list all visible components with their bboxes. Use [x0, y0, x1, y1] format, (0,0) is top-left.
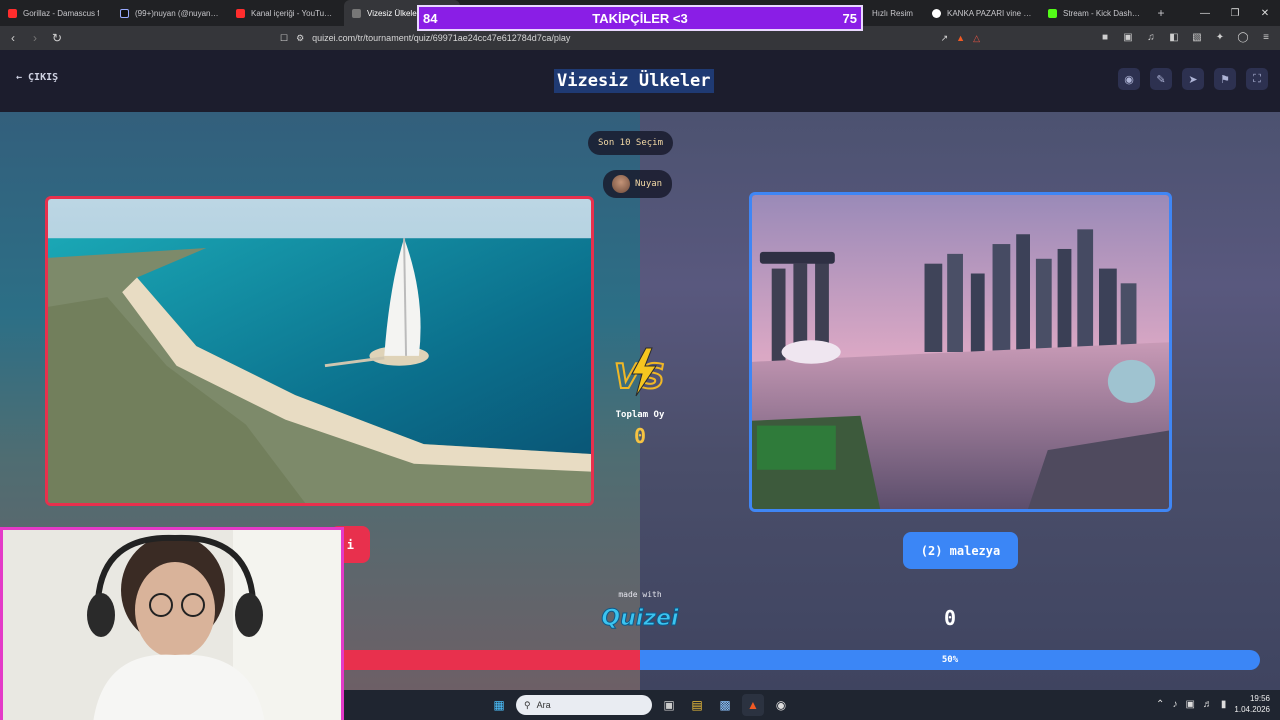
new-tab-button[interactable]: + [1152, 6, 1170, 20]
youtube-icon [236, 8, 245, 18]
follower-current: 84 [423, 10, 438, 26]
maximize-icon[interactable]: ❐ [1220, 0, 1250, 26]
clock-time: 19:56 [1249, 694, 1270, 703]
right-votes-count: 0 [943, 606, 957, 630]
file-explorer-icon[interactable]: ▤ [686, 694, 708, 716]
quizei-logo[interactable]: Quizei [598, 600, 682, 632]
follower-goal-bar: 84 TAKİPÇİLER <3 75 [417, 5, 863, 31]
search-icon: ⚲ [524, 699, 531, 710]
battery-icon[interactable]: ▮ [1221, 699, 1227, 710]
right-option-label: (2) malezya [920, 543, 1001, 558]
window-controls: — ❐ ✕ [1190, 0, 1280, 26]
minimize-icon[interactable]: — [1190, 0, 1220, 26]
microphone-icon[interactable]: ♪ [1172, 699, 1177, 710]
tab-label: (99+)nuyan (@nuyan.lcd [135, 8, 220, 18]
music-icon[interactable]: ♫ [1143, 29, 1159, 45]
left-option-label: i [346, 537, 354, 552]
reload-icon[interactable]: ↻ [48, 29, 66, 47]
task-view-icon[interactable]: ▣ [658, 694, 680, 716]
search-placeholder: Ara [536, 700, 551, 710]
tab-label: KANKA PAZARI vine - Go [947, 8, 1032, 18]
streamer-camera-feed [3, 530, 341, 720]
google-icon [932, 8, 941, 18]
send-icon[interactable]: ➤ [1182, 68, 1204, 90]
tab-label: Hızlı Resim [872, 8, 913, 18]
quiz-toolbar: ◉ ✎ ➤ ⚑ ⛶ [1118, 68, 1268, 90]
quiz-title: Vizesiz Ülkeler [554, 69, 714, 93]
taskbar-apps: ▦ ⚲ Ara ▣ ▤ ▩ ▲ ◉ [488, 694, 792, 716]
singapore-skyline-image [752, 195, 1169, 509]
url-field[interactable]: ☐ ⚙ quizei.com/tr/tournament/quiz/69971a… [280, 29, 980, 47]
chevron-up-icon[interactable]: ⌃ [1156, 699, 1164, 710]
browser-tab[interactable]: Hızlı Resim [864, 0, 924, 26]
clock-date: 1.04.2026 [1234, 705, 1270, 714]
url-text: quizei.com/tr/tournament/quiz/69971ae24c… [312, 33, 571, 43]
screenshot-icon[interactable]: ▣ [1120, 29, 1136, 45]
fullscreen-icon[interactable]: ⛶ [1246, 68, 1268, 90]
total-votes-value: 0 [633, 424, 647, 448]
youtube-icon [8, 8, 17, 18]
left-option-image[interactable] [45, 196, 594, 506]
brave-shield-icon[interactable]: ▲ [956, 33, 965, 43]
vpn-icon[interactable]: ◯ [1235, 29, 1251, 45]
percent-text: 50% [941, 655, 959, 665]
right-option-image[interactable] [749, 192, 1172, 512]
network-icon[interactable]: ▣ [1185, 699, 1194, 710]
close-icon[interactable]: ✕ [1250, 0, 1280, 26]
browser-tab[interactable]: (99+)nuyan (@nuyan.lcd [112, 0, 228, 26]
volume-icon[interactable]: ♬ [1203, 699, 1213, 710]
browser-tab[interactable]: Stream - Kick Dashboard [1040, 0, 1152, 26]
browser-tab[interactable]: Gorillaz - Damascus f [0, 0, 112, 26]
follower-target: 75 [842, 10, 857, 26]
obs-icon[interactable]: ◉ [770, 694, 792, 716]
tab-label: Kanal içeriği - YouTube S [251, 8, 336, 18]
flag-icon[interactable]: ⚑ [1214, 68, 1236, 90]
sidebar-icon[interactable]: ◧ [1166, 29, 1182, 45]
webcam-overlay [0, 527, 344, 720]
menu-icon[interactable]: ≡ [1258, 29, 1274, 45]
site-info-icon[interactable]: ⚙ [296, 33, 304, 44]
edit-icon[interactable]: ✎ [1150, 68, 1172, 90]
clock[interactable]: 19:56 1.04.2026 [1234, 693, 1270, 715]
total-votes-label: Toplam Oy [615, 410, 665, 420]
follower-goal-title: TAKİPÇİLER <3 [592, 10, 688, 26]
vs-lightning-icon: VS [613, 347, 666, 398]
windows-start-icon[interactable]: ▦ [488, 694, 510, 716]
exit-button[interactable]: ← ÇIKIŞ [16, 72, 58, 83]
made-with-label: made with [618, 590, 662, 599]
browser-tab[interactable]: Kanal içeriği - YouTube S [228, 0, 344, 26]
taskbar-search[interactable]: ⚲ Ara [516, 695, 652, 715]
svg-text:Quizei: Quizei [601, 606, 679, 631]
user-name: Nuyan [635, 179, 663, 189]
store-icon[interactable]: ▩ [714, 694, 736, 716]
kick-icon [1048, 8, 1057, 18]
extensions-icon[interactable]: ■ [1097, 29, 1113, 45]
bookmark-icon[interactable]: ☐ [280, 33, 288, 44]
rewards-icon[interactable]: △ [973, 33, 980, 44]
avatar [612, 175, 630, 193]
system-tray: ⌃ ♪ ▣ ♬ ▮ 19:56 1.04.2026 [1156, 693, 1270, 715]
arrow-left-icon: ← [16, 72, 23, 83]
tab-label: Vizesiz Ülkeler [367, 8, 420, 18]
eye-icon[interactable]: ◉ [1118, 68, 1140, 90]
wallet-icon[interactable]: ▧ [1189, 29, 1205, 45]
quizei-icon [352, 8, 361, 18]
tiktok-icon [120, 8, 129, 18]
dubai-beach-image [48, 199, 591, 503]
brave-browser-icon[interactable]: ▲ [742, 694, 764, 716]
last-choices-button[interactable]: Son 10 Seçim [588, 131, 674, 155]
browser-extensions: ■ ▣ ♫ ◧ ▧ ✦ ◯ ≡ [1097, 29, 1274, 45]
browser-tab[interactable]: KANKA PAZARI vine - Go [924, 0, 1040, 26]
share-icon[interactable]: ↗ [941, 33, 949, 44]
back-icon[interactable]: ‹ [4, 29, 22, 47]
tab-label: Stream - Kick Dashboard [1063, 8, 1144, 18]
right-option-button[interactable]: (2) malezya [903, 532, 1018, 569]
user-chip: Nuyan [603, 170, 673, 198]
forward-icon[interactable]: › [26, 29, 44, 47]
tab-label: Gorillaz - Damascus f [23, 8, 100, 18]
leo-icon[interactable]: ✦ [1212, 29, 1228, 45]
exit-label: ÇIKIŞ [28, 72, 59, 83]
